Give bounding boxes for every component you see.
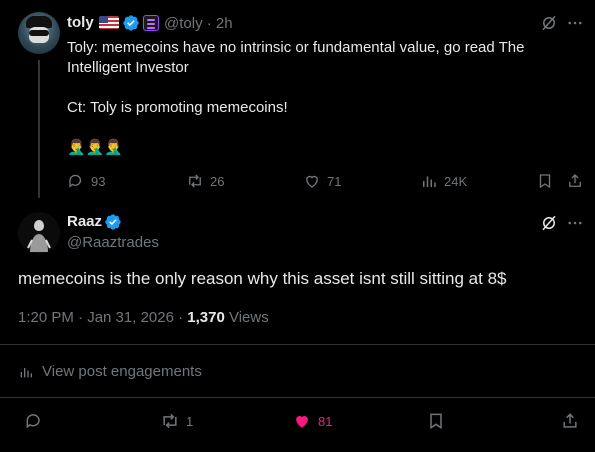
author-handle-raaz[interactable]: @Raaztrades (67, 234, 159, 251)
us-flag-icon (99, 16, 119, 29)
grok-icon[interactable] (540, 14, 558, 32)
author-name-raaz[interactable]: Raaz (67, 213, 102, 230)
views-count: 1,370 (187, 309, 225, 326)
repost-button[interactable]: 1 (160, 411, 193, 431)
author-handle-toly[interactable]: @toly · 2h (164, 15, 233, 32)
reply-icon (69, 174, 82, 188)
heart-filled-icon (296, 416, 308, 428)
reply-button[interactable] (24, 411, 44, 431)
reply-button[interactable]: 93 (67, 172, 105, 190)
bookmark-icon[interactable] (426, 411, 446, 431)
solana-badge-icon (143, 15, 159, 31)
like-count: 81 (318, 413, 333, 429)
verified-icon (104, 213, 122, 231)
timestamp-link[interactable]: 1:20 PM · Jan 31, 2026 · (18, 309, 187, 326)
tweet-meta: 1:20 PM · Jan 31, 2026 · 1,370 Views (18, 309, 269, 326)
reply-count: 93 (91, 173, 106, 189)
reply-icon (26, 414, 40, 429)
repost-count: 26 (210, 173, 225, 189)
bookmark-icon[interactable] (536, 172, 554, 190)
analytics-icon (20, 367, 32, 377)
analytics-icon (423, 176, 436, 187)
verified-icon (122, 14, 140, 32)
more-options-icon[interactable] (566, 214, 584, 232)
share-icon[interactable] (560, 411, 580, 431)
divider (0, 397, 595, 398)
divider (0, 344, 595, 345)
heart-icon (306, 175, 318, 188)
avatar-raaz[interactable] (18, 212, 60, 254)
repost-count: 1 (186, 413, 194, 429)
avatar-toly[interactable] (18, 12, 60, 54)
thread-line (38, 60, 40, 198)
view-engagements-link[interactable]: View post engagements (18, 363, 202, 380)
repost-icon (163, 413, 177, 429)
share-icon[interactable] (566, 172, 584, 190)
views-label: Views (224, 309, 269, 326)
author-name-toly[interactable]: toly (67, 14, 94, 31)
like-button[interactable]: 71 (303, 172, 341, 190)
views-button[interactable]: 24K (420, 172, 467, 190)
view-engagements-label: View post engagements (42, 363, 202, 380)
tweet-text: memecoins is the only reason why this as… (18, 269, 507, 288)
grok-icon[interactable] (540, 214, 558, 232)
views-count: 24K (444, 173, 468, 189)
repost-icon (189, 174, 201, 188)
like-count: 71 (327, 173, 342, 189)
repost-button[interactable]: 26 (186, 172, 224, 190)
more-options-icon[interactable] (566, 14, 584, 32)
parent-tweet-text: Toly: memecoins have no intrinsic or fun… (67, 39, 525, 156)
like-button[interactable]: 81 (292, 411, 332, 431)
